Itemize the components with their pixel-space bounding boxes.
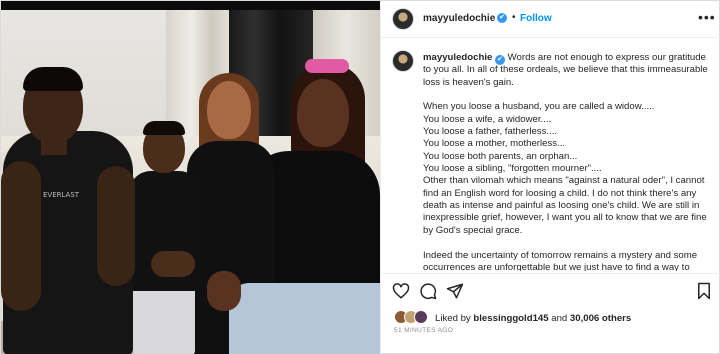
caption-line: When you loose a husband, you are called… (423, 101, 655, 113)
person-girl-hand (207, 271, 241, 311)
caption-avatar[interactable] (392, 50, 414, 72)
liker-username[interactable]: blessinggold145 (473, 313, 548, 324)
person-boy-arm-left (1, 161, 41, 311)
caption-line: You loose a father, fatherless.... (423, 126, 558, 138)
post-side-panel: mayyuledochie ✔ • Follow ••• mayyuledoch… (380, 1, 720, 354)
avatar[interactable] (392, 8, 414, 30)
likes-row: Liked by blessinggold145 and 30,006 othe… (381, 307, 720, 327)
caption-line: Indeed the uncertainty of tomorrow remai… (423, 249, 698, 272)
post-photo[interactable]: EVERLAST (1, 1, 380, 354)
caption-line: You loose both parents, an orphan... (423, 150, 578, 162)
bookmark-icon[interactable] (695, 282, 713, 300)
person-girl-face (297, 79, 349, 147)
share-icon[interactable] (446, 282, 464, 300)
more-options-icon[interactable]: ••• (698, 9, 716, 25)
person-boy-hair (23, 67, 83, 91)
likes-middle: and (548, 313, 570, 324)
person-woman-face (207, 81, 251, 139)
caption-line: You loose a wife, a widower.... (423, 113, 552, 125)
post-username[interactable]: mayyuledochie (423, 13, 495, 24)
follow-button[interactable]: Follow (520, 13, 552, 24)
post-header: mayyuledochie ✔ • Follow ••• (381, 1, 720, 38)
caption-username[interactable]: mayyuledochie (423, 52, 492, 63)
person-small-boy-trousers (133, 281, 195, 354)
heart-icon[interactable] (392, 282, 410, 300)
person-girl-jeans (229, 283, 380, 354)
likes-prefix: Liked by (435, 313, 474, 324)
caption-area: mayyuledochie ✔ Words are not enough to … (381, 39, 720, 271)
person-small-boy-arm (151, 251, 195, 277)
action-bar (381, 273, 720, 307)
caption-line: You loose a mother, motherless... (423, 138, 566, 150)
person-boy-arm-right (97, 166, 135, 286)
liker-avatar (414, 310, 428, 324)
comment-icon[interactable] (419, 282, 437, 300)
caption-line: You loose a sibling, "forgotten mourner"… (423, 163, 602, 175)
likes-text: Liked by blessinggold145 and 30,006 othe… (435, 313, 631, 324)
instagram-post: EVERLAST mayyuledochie ✔ • Follow ••• ma… (0, 0, 720, 354)
person-small-boy-hair (143, 121, 185, 135)
photo-top-bar (1, 1, 380, 10)
likes-count[interactable]: 30,006 others (570, 313, 631, 324)
caption-line: Other than vilomah which means "against … (423, 175, 707, 236)
verified-badge-icon: ✔ (497, 13, 507, 23)
person-girl-hair-bow (305, 59, 349, 73)
caption-verified-badge-icon: ✔ (495, 55, 505, 65)
caption-text: mayyuledochie ✔ Words are not enough to … (423, 52, 713, 271)
separator-dot: • (512, 12, 516, 23)
post-timestamp[interactable]: 51 MINUTES AGO (394, 327, 453, 334)
shirt-print: EVERLAST (43, 191, 80, 199)
